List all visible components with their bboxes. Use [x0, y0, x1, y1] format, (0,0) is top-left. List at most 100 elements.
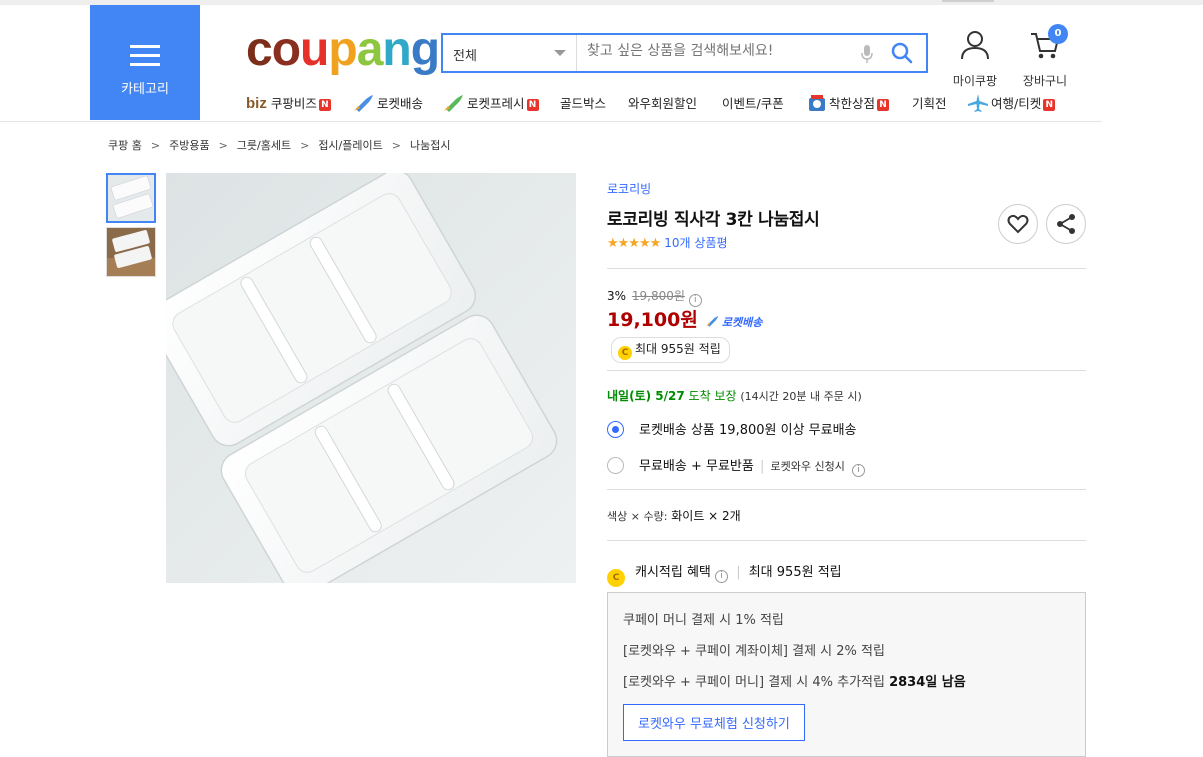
- delivery-option-label: 로켓배송 상품 19,800원 이상 무료배송: [639, 423, 857, 438]
- breadcrumb-item[interactable]: 접시/플레이트: [318, 139, 382, 152]
- top-strip-mark: [942, 0, 994, 2]
- info-icon[interactable]: i: [715, 570, 729, 583]
- nav-item-rocket-fresh[interactable]: 로켓프레시 N: [442, 94, 539, 116]
- benefit-line-with-days: [로켓와우 + 쿠페이 머니] 결제 시 4% 추가적립 2834일 남음: [623, 671, 1070, 702]
- cash-reward-badge: C 최대 955원 적립: [611, 337, 730, 363]
- my-coupang-link[interactable]: 마이쿠팡: [947, 29, 1003, 89]
- benefit-line: [로켓와우 + 쿠페이 머니] 결제 시 4% 추가적립: [623, 675, 885, 690]
- my-coupang-label: 마이쿠팡: [952, 74, 998, 88]
- microphone-icon[interactable]: [861, 44, 873, 68]
- user-icon: [961, 31, 989, 60]
- product-info: 로코리빙 로코리빙 직사각 3칸 나눔접시 ★★★★★ 10개 상품평 3% 19…: [607, 180, 1086, 587]
- nav-item-events[interactable]: 이벤트/쿠폰: [722, 94, 784, 116]
- option-separator: |: [759, 459, 765, 474]
- nav-item-label: 로켓배송: [377, 96, 424, 111]
- delivery-option-2[interactable]: 무료배송 + 무료반품 | 로켓와우 신청시 i: [607, 455, 1086, 477]
- breadcrumb-item[interactable]: 나눔접시: [410, 139, 450, 152]
- cashback-label: 캐시적립 혜택: [635, 565, 711, 580]
- rocket-icon: [706, 315, 719, 327]
- section-divider: [607, 540, 1086, 541]
- radio-selected[interactable]: [607, 421, 624, 438]
- breadcrumb-separator: >: [391, 139, 401, 152]
- cart-count-badge: 0: [1048, 24, 1068, 44]
- search-icon[interactable]: [891, 42, 913, 68]
- search-scope-select[interactable]: 전체: [443, 35, 577, 71]
- benefit-line: [로켓와우 + 쿠페이 계좌이체] 결제 시 2% 적립: [623, 644, 885, 659]
- cashback-suffix: 적립: [817, 565, 842, 580]
- rocket-icon: [354, 95, 373, 112]
- nav-item-label: 골드박스: [560, 96, 607, 111]
- section-divider: [607, 489, 1086, 490]
- product-thumbnail[interactable]: [106, 227, 156, 277]
- coin-icon: C: [607, 569, 625, 587]
- category-menu-button[interactable]: 카테고리: [90, 5, 200, 120]
- new-badge: N: [1043, 99, 1056, 111]
- category-label: 카테고리: [121, 82, 169, 97]
- coin-icon: C: [618, 346, 632, 360]
- sale-price: 19,100원: [607, 309, 698, 331]
- breadcrumb-separator: >: [218, 139, 228, 152]
- benefit-line: 쿠페이 머니 결제 시 1% 적립: [623, 613, 784, 628]
- cashback-row: C 캐시적립 혜택 i | 최대 955원 적립: [607, 561, 1086, 587]
- cashback-value: 955원: [776, 565, 814, 580]
- breadcrumb-separator: >: [150, 139, 161, 152]
- wishlist-button[interactable]: [998, 204, 1038, 244]
- variant-value: 화이트 × 2개: [671, 509, 741, 523]
- heart-icon: [1007, 214, 1029, 234]
- airplane-icon: [968, 94, 988, 112]
- brand-link[interactable]: 로코리빙: [607, 180, 1086, 197]
- share-button[interactable]: [1046, 204, 1086, 244]
- breadcrumb-item[interactable]: 쿠팡 홈: [108, 139, 142, 152]
- section-divider: [607, 370, 1086, 371]
- nav-item-exhibitions[interactable]: 기획전: [912, 94, 947, 116]
- delivery-date: 내일(토) 5/27: [607, 389, 685, 403]
- variant-label: 색상 × 수량:: [607, 510, 668, 523]
- nav-item-label: 로켓프레시: [467, 96, 525, 111]
- benefit-days-left: 2834일 남음: [889, 675, 966, 690]
- search-input[interactable]: [587, 43, 847, 59]
- shop-icon: [809, 95, 825, 111]
- original-price: 19,800원: [631, 289, 685, 303]
- share-icon: [1057, 214, 1075, 234]
- header-divider: [0, 121, 1102, 122]
- nav-item-wow-discount[interactable]: 와우회원할인: [628, 94, 697, 116]
- cashback-prefix: 최대: [748, 565, 773, 580]
- delivery-guarantee: 도착 보장: [688, 389, 737, 403]
- delivery-info: 내일(토) 5/27 도착 보장 (14시간 20분 내 주문 시): [607, 387, 1086, 403]
- nav-item-rocket-delivery[interactable]: 로켓배송: [352, 94, 423, 116]
- nav-item-label: 쿠팡비즈: [270, 96, 317, 111]
- thumbnail-list: [106, 173, 156, 281]
- site-header: 카테고리 coupang 전체 마이쿠팡 0 장바구니 biz 쿠팡비즈N 로켓…: [0, 5, 1203, 121]
- breadcrumb-item[interactable]: 주방용품: [169, 139, 209, 152]
- breadcrumb: 쿠팡 홈 > 주방용품 > 그릇/홈세트 > 접시/플레이트 > 나눔접시: [108, 137, 450, 153]
- nav-item-label: 착한상점: [829, 96, 876, 111]
- section-divider: [607, 268, 1086, 269]
- biz-logo-text: biz: [246, 95, 267, 112]
- breadcrumb-item[interactable]: 그릇/홈세트: [237, 139, 291, 152]
- new-badge: N: [877, 99, 890, 111]
- search-bar: 전체: [441, 33, 928, 73]
- nav-item-goldbox[interactable]: 골드박스: [560, 94, 606, 116]
- nav-item-label: 기획전: [912, 96, 947, 111]
- review-count-link[interactable]: 10개 상품평: [664, 236, 727, 250]
- delivery-option-1[interactable]: 로켓배송 상품 19,800원 이상 무료배송: [607, 419, 1086, 439]
- delivery-option-extra: 로켓와우 신청시: [770, 460, 845, 473]
- cart-link[interactable]: 0 장바구니: [1018, 24, 1072, 89]
- rocket-delivery-badge: 로켓배송: [721, 316, 763, 329]
- info-icon[interactable]: i: [852, 464, 865, 477]
- new-badge: N: [318, 99, 331, 111]
- nav-item-good-shop[interactable]: 착한상점 N: [808, 94, 890, 116]
- wow-trial-button[interactable]: 로켓와우 무료체험 신청하기: [623, 704, 805, 741]
- rating-stars: ★★★★★: [607, 236, 661, 251]
- breadcrumb-separator: >: [300, 139, 310, 152]
- delivery-note: (14시간 20분 내 주문 시): [740, 390, 862, 403]
- nav-item-biz[interactable]: biz 쿠팡비즈 N: [246, 94, 331, 116]
- coupang-logo[interactable]: coupang: [246, 23, 440, 77]
- new-badge: N: [526, 99, 539, 111]
- cart-label: 장바구니: [1022, 74, 1068, 88]
- nav-item-travel[interactable]: 여행/티켓 N: [968, 94, 1056, 116]
- product-thumbnail[interactable]: [106, 173, 156, 223]
- radio-unselected[interactable]: [607, 457, 624, 474]
- nav-item-label: 여행/티켓: [991, 96, 1042, 111]
- delivery-option-label: 무료배송 + 무료반품: [639, 459, 754, 474]
